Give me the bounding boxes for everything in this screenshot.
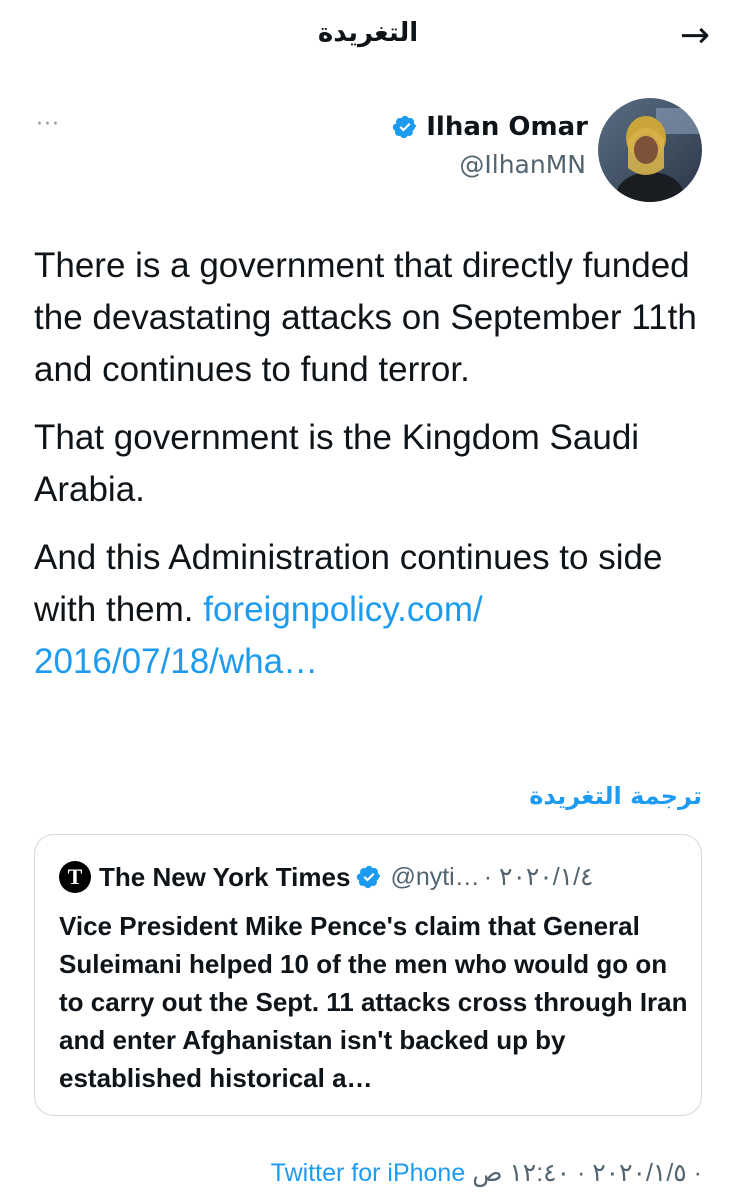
quoted-author-handle: @nyti… xyxy=(390,862,480,891)
tweet-paragraph: There is a government that directly fund… xyxy=(34,246,697,389)
page-title: التغريدة xyxy=(317,18,419,48)
author-handle[interactable]: @IlhanMN xyxy=(459,150,586,179)
tweet-paragraph: That government is the Kingdom Saudi Ara… xyxy=(34,418,640,509)
quoted-tweet-text: Vice President Mike Pence's claim that G… xyxy=(59,911,688,1093)
translate-tweet-link[interactable]: ترجمة التغريدة xyxy=(529,782,702,810)
avatar[interactable] xyxy=(598,98,702,202)
quoted-tweet-date: · ٢٠٢٠/١/٤ xyxy=(483,863,594,891)
author-name-row[interactable]: Ilhan Omar xyxy=(392,112,588,142)
tweet-text: There is a government that directly fund… xyxy=(34,240,704,704)
tweet-paragraph: And this Administration continues to sid… xyxy=(34,532,704,688)
quoted-tweet-card[interactable]: T The New York Times @nyti… · ٢٠٢٠/١/٤ V… xyxy=(34,834,702,1116)
more-options-icon[interactable]: ··· xyxy=(36,112,60,137)
tweet-meta: Twitter for iPhone ٢٠٢٠/١/٥ · ١٢:٤٠ ص · xyxy=(271,1158,702,1188)
quoted-tweet-header: T The New York Times @nyti… · ٢٠٢٠/١/٤ xyxy=(59,861,683,893)
verified-badge-icon xyxy=(393,115,417,139)
nyt-logo-icon: T xyxy=(59,861,91,893)
verified-badge-icon xyxy=(357,865,381,889)
arrow-right-icon[interactable]: → xyxy=(680,16,710,56)
top-bar: التغريدة → xyxy=(0,0,736,80)
tweet-timestamp: ٢٠٢٠/١/٥ · ١٢:٤٠ ص · xyxy=(472,1159,702,1187)
tweet-source-link[interactable]: Twitter for iPhone xyxy=(271,1159,466,1187)
quoted-author-name: The New York Times xyxy=(99,861,351,892)
author-name: Ilhan Omar xyxy=(426,112,588,142)
avatar-image xyxy=(598,98,702,202)
